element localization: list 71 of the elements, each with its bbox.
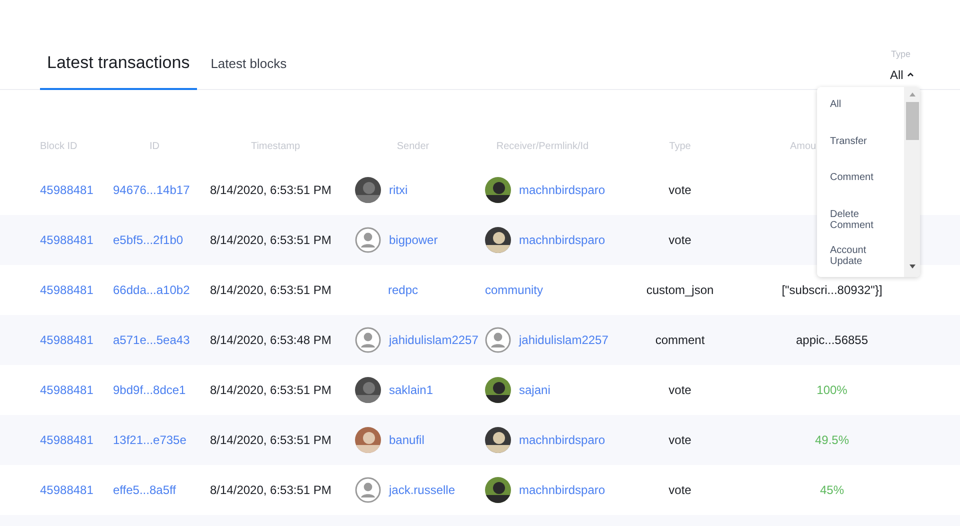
block-link[interactable]: 45988481 <box>40 430 94 448</box>
tab[interactable]: Latest transactions <box>40 50 197 90</box>
type-text: vote <box>668 432 692 448</box>
receiver-link[interactable]: sajani <box>519 380 550 398</box>
amount-text: 49.5% <box>814 432 850 448</box>
amount-text: appic...56855 <box>796 332 868 348</box>
timestamp: 8/14/2020, 6:53:51 PM <box>210 282 332 298</box>
avatar-icon <box>485 326 511 352</box>
receiver-link[interactable]: jahidulislam2257 <box>519 330 608 348</box>
receiver-link[interactable]: machnbirdsparo <box>519 430 606 448</box>
block-link[interactable]: 45988481 <box>40 180 94 198</box>
amount-text: 45% <box>820 482 844 498</box>
timestamp: 8/14/2020, 6:53:48 PM <box>210 332 332 348</box>
receiver-link[interactable]: machnbirdsparo <box>519 230 606 248</box>
receiver-link[interactable]: machnbirdsparo <box>519 480 606 498</box>
block-link[interactable]: 45988481 <box>40 280 94 298</box>
receiver-link[interactable]: community <box>485 280 544 298</box>
type-text: vote <box>668 482 692 498</box>
avatar-icon <box>355 326 381 352</box>
sender-link[interactable]: redpc <box>388 280 418 298</box>
transaction-link[interactable]: 13f21...e735e <box>113 430 186 448</box>
timestamp: 8/14/2020, 6:53:51 PM <box>210 482 332 498</box>
sender-link[interactable]: bigpower <box>389 230 438 248</box>
column-header: Timestamp <box>250 141 300 152</box>
avatar-icon <box>355 476 381 502</box>
timestamp: 8/14/2020, 6:53:51 PM <box>210 432 332 448</box>
scroll-up-icon <box>908 92 916 97</box>
type-text: custom_json <box>646 282 714 298</box>
transaction-link[interactable]: a571e...5ea43 <box>113 330 190 348</box>
transaction-link[interactable]: e5bf5...2f1b0 <box>113 230 184 248</box>
block-link[interactable]: 45988481 <box>40 230 94 248</box>
timestamp: 8/14/2020, 6:53:51 PM <box>210 232 332 248</box>
block-link[interactable]: 45988481 <box>40 330 94 348</box>
menu-item[interactable]: Transfer <box>830 136 900 172</box>
menu-item[interactable]: Account Update <box>830 245 900 277</box>
column-header: Receiver/Permlink/Id <box>496 141 589 152</box>
type-dropdown[interactable]: All <box>890 66 914 84</box>
sender-link[interactable]: ritxi <box>389 180 408 198</box>
sender-link[interactable]: jack.russelle <box>389 480 456 498</box>
sender-link[interactable]: banufil <box>389 430 424 448</box>
type-text: vote <box>668 182 692 198</box>
timestamp: 8/14/2020, 6:53:51 PM <box>210 382 332 398</box>
column-header: Amou <box>790 141 816 152</box>
type-text: vote <box>668 382 692 398</box>
transaction-link[interactable]: 66dda...a10b2 <box>113 280 190 298</box>
column-header: Block ID <box>40 141 78 152</box>
column-header: Type <box>669 141 691 152</box>
filter-label: Type <box>891 48 911 61</box>
avatar-icon <box>355 226 381 252</box>
menu-item[interactable]: Delete Comment <box>830 208 900 245</box>
column-header: Sender <box>396 141 430 152</box>
type-text: vote <box>668 232 692 248</box>
transaction-link[interactable]: effe5...8a5ff <box>113 480 176 498</box>
receiver-link[interactable]: machnbirdsparo <box>519 180 606 198</box>
tab[interactable]: Latest blocks <box>198 54 299 90</box>
type-text: comment <box>655 332 705 348</box>
transaction-link[interactable]: 9bd9f...8dce1 <box>113 380 186 398</box>
block-link[interactable]: 45988481 <box>40 480 94 498</box>
caret-icon <box>907 72 914 77</box>
column-header: ID <box>150 141 160 152</box>
menu-item[interactable]: Comment <box>830 172 900 208</box>
scrollbar[interactable] <box>904 87 920 277</box>
sender-link[interactable]: saklain1 <box>389 380 434 398</box>
scrollbar-thumb[interactable] <box>906 102 918 140</box>
transaction-link[interactable]: 94676...14b17 <box>113 180 190 198</box>
block-link[interactable]: 45988481 <box>40 380 94 398</box>
amount-text: 100% <box>816 382 848 398</box>
menu-item[interactable]: All <box>830 99 900 136</box>
sender-link[interactable]: jahidulislam2257 <box>389 330 478 348</box>
amount-text: ["subscri...80932"}] <box>782 282 882 298</box>
timestamp: 8/14/2020, 6:53:51 PM <box>210 182 332 198</box>
